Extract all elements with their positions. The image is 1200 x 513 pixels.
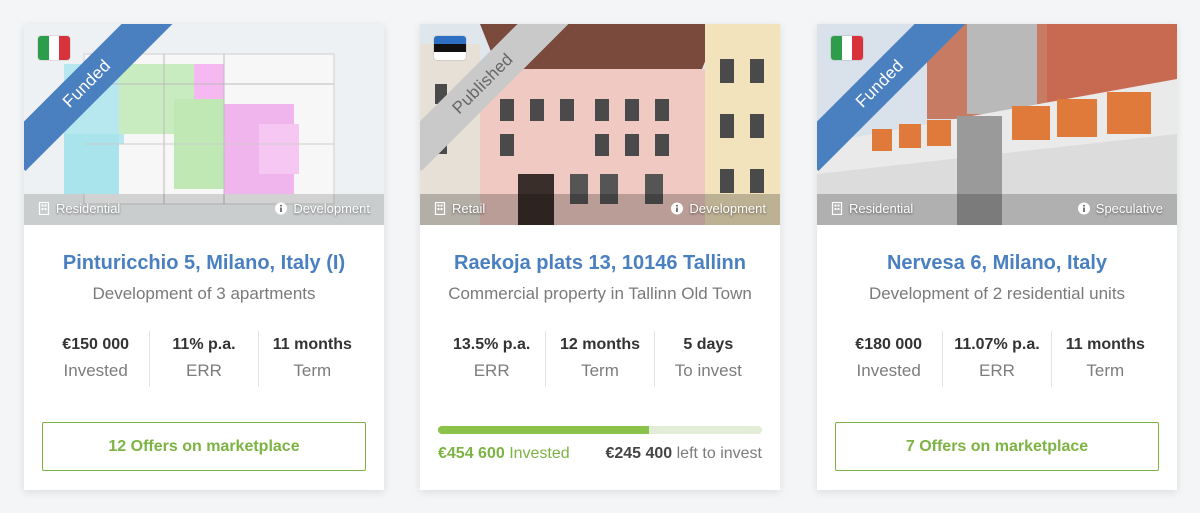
stat-err: 13.5% p.a. ERR xyxy=(438,331,547,387)
project-stage: Speculative xyxy=(1077,201,1163,216)
building-icon xyxy=(38,202,50,215)
project-stage-label: Development xyxy=(689,201,766,216)
stat-label: To invest xyxy=(674,361,742,380)
stat-value: 11 months xyxy=(272,336,352,353)
project-title[interactable]: Pinturicchio 5, Milano, Italy (I) xyxy=(42,252,366,275)
stat-value: €150 000 xyxy=(62,336,130,353)
italy-flag-icon xyxy=(38,36,70,60)
project-card[interactable]: Published Retail Development Raekoja pla… xyxy=(420,24,780,490)
project-stats: €180 000 Invested 11.07% p.a. ERR 11 mon… xyxy=(835,331,1159,387)
stat-value: 11 months xyxy=(1065,336,1145,353)
project-cards: Funded Residential Development Pinturicc… xyxy=(0,0,1200,513)
stat-value: €180 000 xyxy=(855,336,923,353)
stat-time-to-invest: 5 days To invest xyxy=(655,331,762,387)
property-type-label: Residential xyxy=(849,201,914,216)
project-title[interactable]: Nervesa 6, Milano, Italy xyxy=(835,252,1159,275)
offers-on-marketplace-button[interactable]: 12 Offers on marketplace xyxy=(42,422,366,471)
invested-amount: €454 600 xyxy=(438,445,505,462)
stat-value: 11% p.a. xyxy=(172,336,236,353)
stat-err: 11% p.a. ERR xyxy=(150,331,259,387)
property-type-label: Residential xyxy=(56,201,121,216)
stat-label: Term xyxy=(1086,361,1125,380)
info-icon xyxy=(671,202,684,215)
stat-err: 11.07% p.a. ERR xyxy=(943,331,1052,387)
property-type: Retail xyxy=(434,201,485,216)
funding-progress: €454 600 Invested €245 400 left to inves… xyxy=(438,426,762,463)
project-subtitle: Commercial property in Tallinn Old Town xyxy=(448,284,752,303)
left-to-invest-label: left to invest xyxy=(676,445,762,462)
project-photo-building[interactable]: Published Retail Development xyxy=(420,24,780,225)
property-type: Residential xyxy=(831,201,913,216)
project-stage-label: Development xyxy=(293,201,370,216)
stat-value: 13.5% p.a. xyxy=(452,336,531,353)
stat-label: ERR xyxy=(186,361,222,380)
stat-label: Invested xyxy=(63,361,128,380)
italy-flag-icon xyxy=(831,36,863,60)
project-stats: 13.5% p.a. ERR 12 months Term 5 days To … xyxy=(438,331,762,387)
stat-invested: €150 000 Invested xyxy=(42,331,151,387)
stat-label: Term xyxy=(581,361,619,380)
stat-term: 11 months Term xyxy=(1052,331,1159,387)
project-photo-building[interactable]: Funded Residential Speculative xyxy=(817,24,1177,225)
project-title[interactable]: Raekoja plats 13, 10146 Tallinn xyxy=(438,252,762,275)
funding-progress-text: €454 600 Invested €245 400 left to inves… xyxy=(438,445,762,463)
stat-label: Term xyxy=(293,361,332,380)
building-icon xyxy=(831,202,843,215)
stat-label: ERR xyxy=(473,361,510,380)
project-stats: €150 000 Invested 11% p.a. ERR 11 months… xyxy=(42,331,366,387)
invested-label: Invested xyxy=(509,445,570,462)
stat-value: 11.07% p.a. xyxy=(954,336,1040,353)
project-card[interactable]: Funded Residential Speculative Nervesa 6… xyxy=(817,24,1177,490)
stat-term: 12 months Term xyxy=(546,331,655,387)
project-stage: Development xyxy=(671,201,766,216)
left-to-invest-amount: €245 400 xyxy=(605,445,673,462)
funding-progress-fill xyxy=(438,426,649,434)
estonia-flag-icon xyxy=(434,36,466,60)
project-photo-floorplan[interactable]: Funded Residential Development xyxy=(24,24,384,225)
project-subtitle: Development of 2 residential units xyxy=(868,284,1126,303)
funding-progress-bar xyxy=(438,426,762,434)
project-subtitle: Development of 3 apartments xyxy=(92,284,316,303)
project-card[interactable]: Funded Residential Development Pinturicc… xyxy=(24,24,384,490)
stat-label: Invested xyxy=(856,361,921,380)
stat-value: 5 days xyxy=(683,336,734,353)
offers-on-marketplace-button[interactable]: 7 Offers on marketplace xyxy=(835,422,1159,471)
info-icon xyxy=(1077,202,1090,215)
property-type-label: Retail xyxy=(452,201,486,216)
project-stage: Development xyxy=(275,201,370,216)
project-stage-label: Speculative xyxy=(1095,201,1163,216)
stat-label: ERR xyxy=(979,361,1015,380)
stat-invested: €180 000 Invested xyxy=(835,331,944,387)
property-type: Residential xyxy=(38,201,120,216)
stat-value: 12 months xyxy=(559,336,640,353)
building-icon xyxy=(434,202,446,215)
info-icon xyxy=(275,202,288,215)
stat-term: 11 months Term xyxy=(259,331,366,387)
